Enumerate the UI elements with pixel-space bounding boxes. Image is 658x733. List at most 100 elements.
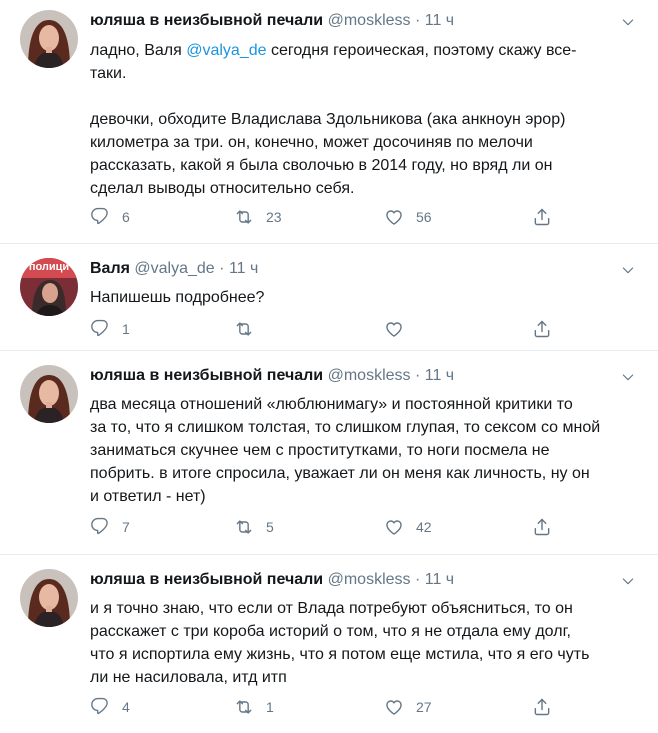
chevron-down-icon[interactable] bbox=[620, 369, 636, 385]
retweet-count: 23 bbox=[266, 209, 282, 225]
reply-count: 6 bbox=[122, 209, 130, 225]
tweet-header: Валя @valya_de · 11 ч bbox=[90, 260, 258, 278]
tweet-text-line: расскажет с три короба историй о том, чт… bbox=[90, 623, 571, 640]
chevron-down-icon[interactable] bbox=[620, 262, 636, 278]
author-handle[interactable]: @valya_de bbox=[134, 260, 214, 277]
tweet-text-line: девочки, обходите Владислава Здольникова… bbox=[90, 111, 566, 128]
reply-count: 7 bbox=[122, 519, 130, 535]
tweet-4[interactable]: юляша в неизбывной печали @moskless · 11… bbox=[0, 555, 658, 733]
author-handle[interactable]: @moskless bbox=[328, 12, 411, 29]
like-button[interactable]: 56 bbox=[384, 207, 432, 227]
tweet-header: юляша в неизбывной печали @moskless · 11… bbox=[90, 12, 454, 30]
timestamp[interactable]: 11 ч bbox=[425, 367, 454, 384]
tweet-text-line: и ответил - нет) bbox=[90, 488, 206, 505]
reply-button[interactable]: 6 bbox=[90, 207, 130, 227]
reply-icon bbox=[90, 517, 110, 537]
tweet-text: Напишешь подробнее? bbox=[90, 286, 628, 309]
separator: · bbox=[219, 260, 225, 277]
reply-icon bbox=[90, 207, 110, 227]
reply-icon bbox=[90, 319, 110, 339]
reply-button[interactable]: 7 bbox=[90, 517, 130, 537]
tweet-text-line: два месяца отношений «люблюнимагу» и пос… bbox=[90, 396, 573, 413]
retweet-icon bbox=[234, 319, 254, 339]
reply-button[interactable]: 1 bbox=[90, 319, 130, 339]
tweet-text-line: таки. bbox=[90, 65, 127, 82]
chevron-down-icon[interactable] bbox=[620, 573, 636, 589]
tweet-text-line: за то, что я слишком толстая, то слишком… bbox=[90, 419, 601, 436]
avatar-caption: полици bbox=[28, 261, 70, 273]
timestamp[interactable]: 11 ч bbox=[229, 260, 258, 277]
retweet-button[interactable]: 23 bbox=[234, 207, 282, 227]
like-count: 27 bbox=[416, 699, 432, 715]
retweet-count: 1 bbox=[266, 699, 274, 715]
author-name[interactable]: юляша в неизбывной печали bbox=[90, 12, 323, 29]
avatar[interactable] bbox=[20, 10, 78, 68]
retweet-icon bbox=[234, 697, 254, 717]
reply-count: 1 bbox=[122, 321, 130, 337]
tweet-text-line: рассказать, какой я была сволочью в 2014… bbox=[90, 157, 553, 174]
tweet-text: и я точно знаю, что если от Влада потреб… bbox=[90, 597, 628, 689]
tweet-2[interactable]: полици Валя @valya_de · 11 ч Напишешь по… bbox=[0, 244, 658, 351]
heart-icon bbox=[384, 319, 404, 339]
author-handle[interactable]: @moskless bbox=[328, 571, 411, 588]
tweet-header: юляша в неизбывной печали @moskless · 11… bbox=[90, 367, 454, 385]
tweet-header: юляша в неизбывной печали @moskless · 11… bbox=[90, 571, 454, 589]
heart-icon bbox=[384, 207, 404, 227]
tweet-text-line: и я точно знаю, что если от Влада потреб… bbox=[90, 600, 573, 617]
tweet-text-line: заниматься скучнее чем с проститутками, … bbox=[90, 442, 550, 459]
like-button[interactable]: 27 bbox=[384, 697, 432, 717]
share-icon bbox=[532, 517, 552, 537]
separator: · bbox=[414, 367, 421, 384]
avatar[interactable] bbox=[20, 365, 78, 423]
timestamp[interactable]: 11 ч bbox=[425, 12, 454, 29]
mention-link[interactable]: @valya_de bbox=[186, 42, 266, 59]
author-name[interactable]: юляша в неизбывной печали bbox=[90, 367, 323, 384]
share-button[interactable] bbox=[532, 517, 552, 537]
tweet-text-line: Напишешь подробнее? bbox=[90, 289, 265, 306]
tweet-1[interactable]: юляша в неизбывной печали @moskless · 11… bbox=[0, 0, 658, 244]
separator: · bbox=[414, 12, 421, 29]
tweet-text: два месяца отношений «люблюнимагу» и пос… bbox=[90, 393, 628, 508]
share-button[interactable] bbox=[532, 207, 552, 227]
share-icon bbox=[532, 697, 552, 717]
tweet-text-line: сделал выводы относительно себя. bbox=[90, 180, 355, 197]
like-count: 42 bbox=[416, 519, 432, 535]
share-button[interactable] bbox=[532, 697, 552, 717]
tweet-actions: 6 23 56 bbox=[90, 207, 560, 229]
chevron-down-icon[interactable] bbox=[620, 14, 636, 30]
retweet-button[interactable]: 5 bbox=[234, 517, 274, 537]
heart-icon bbox=[384, 517, 404, 537]
reply-button[interactable]: 4 bbox=[90, 697, 130, 717]
tweet-text-line: сегодня героическая, поэтому скажу все- bbox=[266, 42, 577, 59]
like-button[interactable]: 42 bbox=[384, 517, 432, 537]
tweet-text-line: побрить. в итоге спросила, уважает ли он… bbox=[90, 465, 590, 482]
share-icon bbox=[532, 207, 552, 227]
separator: · bbox=[414, 571, 421, 588]
tweet-text-line: ли не насиловала, итд итп bbox=[90, 669, 287, 686]
tweet-actions: 1 bbox=[90, 319, 560, 341]
retweet-icon bbox=[234, 207, 254, 227]
retweet-button[interactable]: 1 bbox=[234, 697, 274, 717]
author-handle[interactable]: @moskless bbox=[328, 367, 411, 384]
avatar[interactable] bbox=[20, 569, 78, 627]
tweet-text-line: что я испортила ему жизнь, что я потом е… bbox=[90, 646, 590, 663]
tweet-text-line: километра за три. он, конечно, может дос… bbox=[90, 134, 533, 151]
tweet-actions: 4 1 27 bbox=[90, 697, 560, 719]
author-name[interactable]: Валя bbox=[90, 260, 130, 277]
tweet-3[interactable]: юляша в неизбывной печали @moskless · 11… bbox=[0, 351, 658, 555]
like-button[interactable] bbox=[384, 319, 416, 339]
heart-icon bbox=[384, 697, 404, 717]
share-icon bbox=[532, 319, 552, 339]
author-name[interactable]: юляша в неизбывной печали bbox=[90, 571, 323, 588]
avatar[interactable]: полици bbox=[20, 258, 78, 316]
reply-icon bbox=[90, 697, 110, 717]
retweet-count: 5 bbox=[266, 519, 274, 535]
share-button[interactable] bbox=[532, 319, 552, 339]
tweet-text-line: ладно, Валя bbox=[90, 42, 187, 59]
retweet-button[interactable] bbox=[234, 319, 266, 339]
timestamp[interactable]: 11 ч bbox=[425, 571, 454, 588]
reply-count: 4 bbox=[122, 699, 130, 715]
like-count: 56 bbox=[416, 209, 432, 225]
tweet-text: ладно, Валя @valya_de сегодня героическа… bbox=[90, 39, 628, 200]
retweet-icon bbox=[234, 517, 254, 537]
